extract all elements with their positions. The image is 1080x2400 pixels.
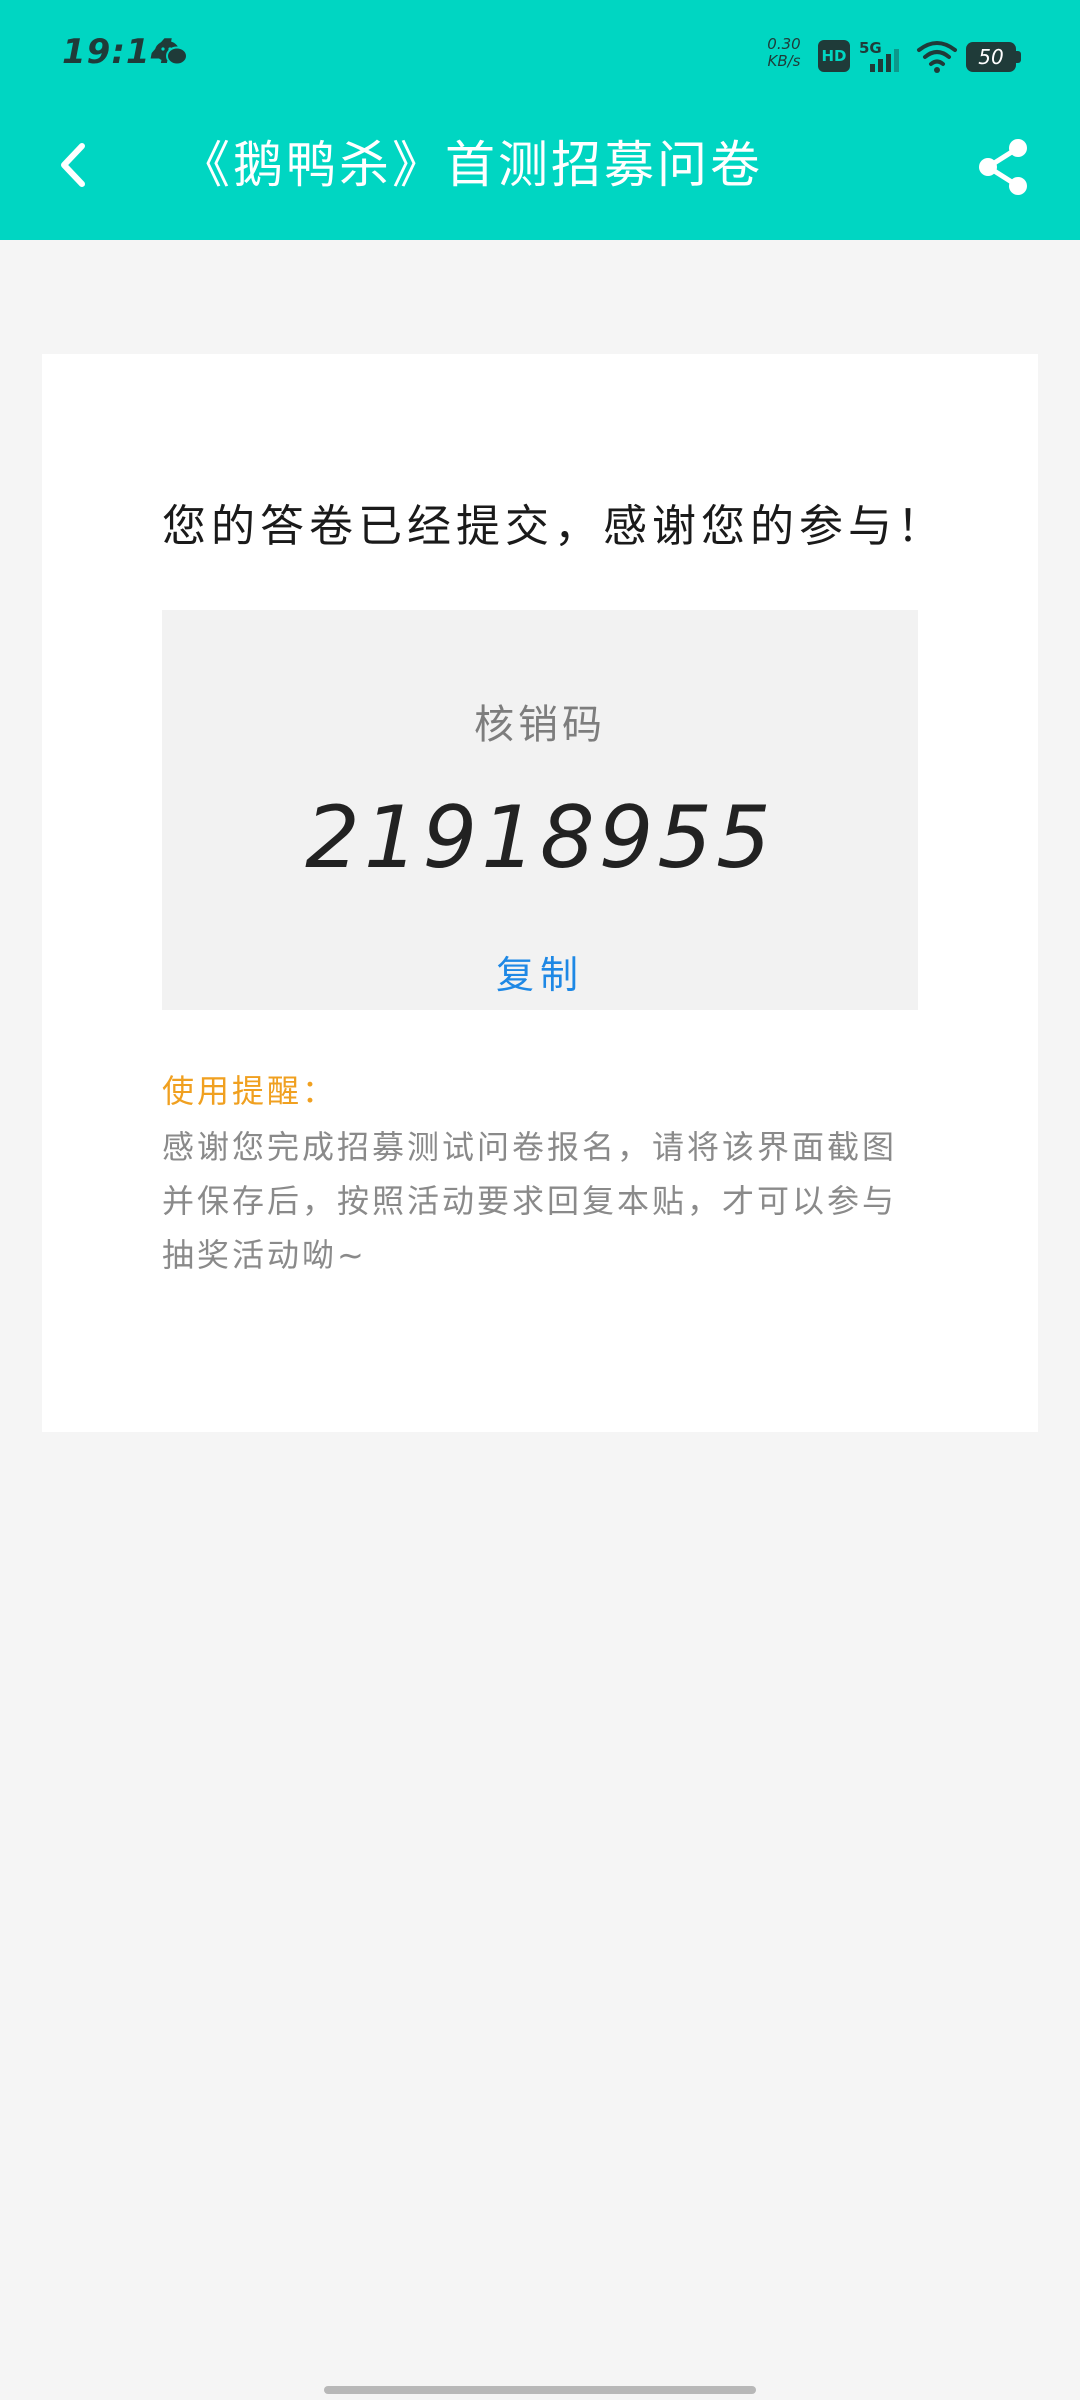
battery-level: 50 (978, 45, 1004, 69)
battery-icon: 50 (966, 42, 1022, 72)
verification-code-value: 21918955 (305, 788, 775, 888)
back-button[interactable] (44, 130, 104, 200)
back-chevron-icon (61, 143, 85, 187)
wifi-icon (917, 41, 957, 73)
usage-tip-text: 感谢您完成招募测试问卷报名，请将该界面截图并保存后，按照活动要求回复本贴，才可以… (162, 1128, 898, 1274)
result-card: 您的答卷已经提交，感谢您的参与！ 核销码 21918955 复制 使用提醒： 感… (42, 354, 1038, 1432)
network-speed: 0.30 KB/s (760, 36, 808, 70)
submitted-message: 您的答卷已经提交，感谢您的参与！ (162, 501, 946, 552)
copy-button[interactable]: 复制 (480, 944, 600, 999)
verification-code-label: 核销码 (474, 702, 606, 748)
status-bar: 19:14 0.30 KB/s HD 5G 50 (0, 0, 1080, 110)
page-title: 《鹅鸭杀》首测招募问卷 (180, 136, 763, 194)
share-icon (979, 139, 1027, 195)
wechat-icon (155, 41, 188, 66)
share-button[interactable] (970, 132, 1036, 202)
network-speed-value: 0.30 (767, 35, 801, 53)
survey-result-page: 19:14 0.30 KB/s HD 5G 50 《鹅鸭杀》首测招募问卷 您的答… (0, 0, 1080, 2400)
home-indicator[interactable] (324, 2386, 756, 2394)
signal-icon: 5G (859, 39, 899, 72)
usage-tip-title: 使用提醒： (162, 1072, 338, 1110)
top-app-bar: 19:14 0.30 KB/s HD 5G 50 《鹅鸭杀》首测招募问卷 (0, 0, 1080, 240)
verification-code-box: 核销码 21918955 复制 (162, 610, 918, 1010)
network-speed-unit: KB/s (767, 52, 801, 70)
network-type-label: 5G (859, 39, 882, 57)
hd-icon: HD (818, 40, 850, 72)
